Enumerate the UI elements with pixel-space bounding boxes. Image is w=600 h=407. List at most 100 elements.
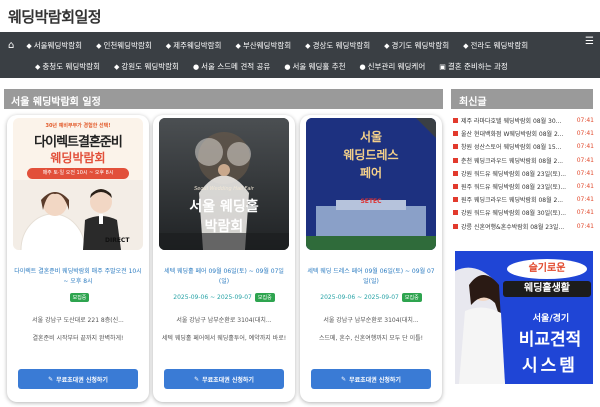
ad-line-1: 슬기로운 (528, 263, 566, 274)
nav-item-chungcheong[interactable]: ◆ 충청도 웨딩박람회 (35, 61, 100, 72)
post-time: 07:41 (576, 143, 594, 151)
pencil-icon: ✎ (341, 375, 347, 383)
fair-address: 서울 강남구 도산대로 221 8층(신... (32, 317, 124, 324)
bullet-icon (453, 144, 458, 150)
list-item[interactable]: 제주 라마다호텔 웨딩박람회 08월 30... 07:41 (453, 114, 594, 127)
fair-title[interactable]: 다이렉트 결혼준비 웨딩박람회 매주 주말오전 10시 ~ 오후 8시 (14, 267, 142, 287)
post-title[interactable]: 춘천 웨딩크라우드 웨딩박람회 08월 2... (461, 156, 574, 165)
list-item[interactable]: 원주 워드유 웨딩박람회 08월 23일(토)... 07:41 (453, 180, 594, 193)
nav-label: 서울웨딩박람회 (33, 41, 83, 50)
bullet-icon (453, 197, 458, 203)
nav-label: 인천웨딩박람회 (103, 41, 152, 50)
sidebar-section-title: 최신글 (451, 89, 593, 109)
fair-title[interactable]: 세텍 웨딩 드레스 페어 09월 06일(토) ~ 09월 07일(일) (307, 267, 435, 287)
nav-item-gyeongsang[interactable]: ◆ 경상도 웨딩박람회 (305, 40, 370, 51)
fair-meta: 2025-09-06 ~ 2025-09-07 모집중 (160, 293, 288, 302)
list-item[interactable]: 울산 현대백화점 W웨딩박람회 08월 2... 07:41 (453, 127, 594, 140)
status-badge: 모집중 (254, 293, 275, 302)
nav-label: 전라도 웨딩박람회 (470, 41, 529, 50)
post-title[interactable]: 울산 현대백화점 W웨딩박람회 08월 2... (461, 129, 574, 138)
post-title[interactable]: 원주 웨딩크라우드 웨딩박람회 08월 2... (461, 195, 574, 204)
main-nav: ⌂ ◆ 서울웨딩박람회 ◆ 인천웨딩박람회 ◆ 제주웨딩박람회 ◆ 부산웨딩박람회 ◆ 경… (0, 32, 600, 78)
fair-title[interactable]: 세텍 웨딩홀 페어 09월 06일(토) ~ 09월 07일(일) (160, 267, 288, 287)
post-time: 07:41 (576, 130, 594, 138)
free-ticket-button[interactable]: ✎ 무료초대권 신청하기 (18, 369, 138, 389)
bullet-icon (453, 131, 458, 137)
list-item[interactable]: 강원 워드유 웨딩박람회 08월 23일(토)... 07:41 (453, 167, 594, 180)
nav-label: 신부관리 웨딩케어 (367, 62, 426, 71)
post-time: 07:41 (576, 209, 594, 217)
free-ticket-button[interactable]: ✎ 무료초대권 신청하기 (164, 369, 284, 389)
poster-tagline: Seoul Wedding Hall Fair (194, 186, 254, 192)
nav-label: 결혼 준비하는 과정 (447, 62, 508, 71)
list-item[interactable]: 창원 성산스토어 웨딩박람회 08월 15... 07:41 (453, 140, 594, 153)
poster-headline: 다이렉트결혼준비 (34, 135, 123, 150)
home-icon[interactable]: ⌂ (4, 40, 14, 51)
pencil-icon: ✎ (48, 375, 54, 383)
ad-line-3: 서울/경기 (532, 314, 570, 324)
post-title[interactable]: 강원 워드유 웨딩박람회 08월 30일(토)... (461, 208, 574, 217)
fair-description: 세텍 웨딩홀 페어에서 웨딩홀투어, 예약까지 바로! (161, 335, 287, 342)
fair-card[interactable]: Seoul Wedding Hall Fair 서울 웨딩홀 박람회 세텍 웨딩… (153, 115, 295, 402)
fair-card[interactable]: 서울 웨딩드레스 페어 SETEC 세텍 웨딩 드레스 페어 09월 06일(토… (300, 115, 442, 402)
fair-poster[interactable]: Seoul Wedding Hall Fair 서울 웨딩홀 박람회 (159, 118, 289, 250)
post-title[interactable]: 창원 성산스토어 웨딩박람회 08월 15... (461, 142, 574, 151)
poster-subheadline: 페어 (359, 166, 383, 180)
list-item[interactable]: 강릉 신혼여행&혼수박람회 08월 23일... 07:41 (453, 220, 594, 233)
nav-item-seoul[interactable]: ◆ 서울웨딩박람회 (26, 40, 82, 51)
nav-item-jeju[interactable]: ◆ 제주웨딩박람회 (166, 40, 222, 51)
post-title[interactable]: 제주 라마다호텔 웨딩박람회 08월 30... (461, 116, 574, 125)
fair-meta: 모집중 (14, 293, 142, 302)
fair-card[interactable]: 30년 예비부부가 경험한 선택! 다이렉트결혼준비 웨딩박람회 매주 토·일 … (7, 115, 149, 402)
nav-label: 서울 웨딩홀 추천 (292, 62, 346, 71)
free-ticket-button[interactable]: ✎ 무료초대권 신청하기 (311, 369, 431, 389)
post-title[interactable]: 강원 워드유 웨딩박람회 08월 23일(토)... (461, 169, 574, 178)
bullet-icon (453, 157, 458, 163)
couple-photo: DIRECT (13, 180, 143, 250)
nav-item-incheon[interactable]: ◆ 인천웨딩박람회 (96, 40, 152, 51)
bullet-icon (453, 170, 458, 176)
nav-item-gangwon[interactable]: ◆ 강원도 웨딩박람회 (114, 61, 179, 72)
ad-line-2: 웨딩홀생활 (503, 281, 591, 297)
fair-poster[interactable]: 서울 웨딩드레스 페어 SETEC (306, 118, 436, 250)
svg-text:DIRECT: DIRECT (105, 237, 130, 244)
hamburger-menu-icon[interactable]: ☰ (585, 36, 594, 47)
list-item[interactable]: 원주 웨딩크라우드 웨딩박람회 08월 2... 07:41 (453, 193, 594, 206)
list-item[interactable]: 강원 워드유 웨딩박람회 08월 30일(토)... 07:41 (453, 206, 594, 219)
fair-description: 결혼준비 시작부터 끝까지 완벽하게! (32, 335, 124, 342)
fair-poster[interactable]: 30년 예비부부가 경험한 선택! 다이렉트결혼준비 웨딩박람회 매주 토·일 … (13, 118, 143, 250)
nav-label: 경상도 웨딩박람회 (312, 41, 371, 50)
nav-label: 서울 스드메 견적 공유 (201, 62, 271, 71)
post-time: 07:41 (576, 196, 594, 204)
ad-line-5: 시스템 (522, 356, 578, 376)
site-title[interactable]: 웨딩박람회일정 (8, 6, 592, 27)
bullet-icon (453, 223, 458, 229)
nav-item-gyeonggi[interactable]: ◆ 경기도 웨딩박람회 (384, 40, 449, 51)
nav-item-jeolla[interactable]: ◆ 전라도 웨딩박람회 (463, 40, 528, 51)
pencil-icon: ✎ (194, 375, 200, 383)
poster-tagline: 30년 예비부부가 경험한 선택! (45, 123, 111, 129)
nav-item-bride-care[interactable]: ● 신부관리 웨딩케어 (360, 61, 426, 72)
bullet-icon (453, 118, 458, 124)
cta-label: 무료초대권 신청하기 (56, 376, 108, 384)
fair-description: 스드메, 혼수, 신혼여행까지 모두 단 이틀! (318, 335, 424, 342)
fair-meta: 2025-09-06 ~ 2025-09-07 모집중 (307, 293, 435, 302)
post-title[interactable]: 강릉 신혼여행&혼수박람회 08월 23일... (461, 222, 574, 231)
nav-item-wedding-process[interactable]: ▣ 결혼 준비하는 과정 (439, 61, 508, 72)
post-title[interactable]: 원주 워드유 웨딩박람회 08월 23일(토)... (461, 182, 574, 191)
status-badge: 모집중 (401, 293, 422, 302)
cta-label: 무료초대권 신청하기 (349, 376, 401, 384)
fair-address: 서울 강남구 남부순환로 3104(대치... (176, 317, 272, 324)
nav-item-busan[interactable]: ◆ 부산웨딩박람회 (235, 40, 291, 51)
nav-item-sdm-quote[interactable]: ● 서울 스드메 견적 공유 (193, 61, 270, 72)
poster-headline: 웨딩드레스 (343, 148, 399, 162)
poster-schedule: 매주 토·일 오전 10시 ~ 오후 8시 (27, 168, 129, 179)
poster-headline: 서울 웨딩홀 (189, 199, 259, 215)
ad-banner[interactable]: 슬기로운 웨딩홀생활 서울/경기 비교견적 시스템 (455, 251, 593, 384)
fair-address: 서울 강남구 남부순환로 3104(대치... (323, 317, 419, 324)
nav-row-1: ⌂ ◆ 서울웨딩박람회 ◆ 인천웨딩박람회 ◆ 제주웨딩박람회 ◆ 부산웨딩박람회 ◆ 경… (0, 35, 600, 56)
nav-item-hall-recommend[interactable]: ● 서울 웨딩홀 추천 (284, 61, 345, 72)
nav-label: 충청도 웨딩박람회 (42, 62, 100, 71)
nav-label: 제주웨딩박람회 (173, 41, 222, 50)
list-item[interactable]: 춘천 웨딩크라우드 웨딩박람회 08월 2... 07:41 (453, 154, 594, 167)
